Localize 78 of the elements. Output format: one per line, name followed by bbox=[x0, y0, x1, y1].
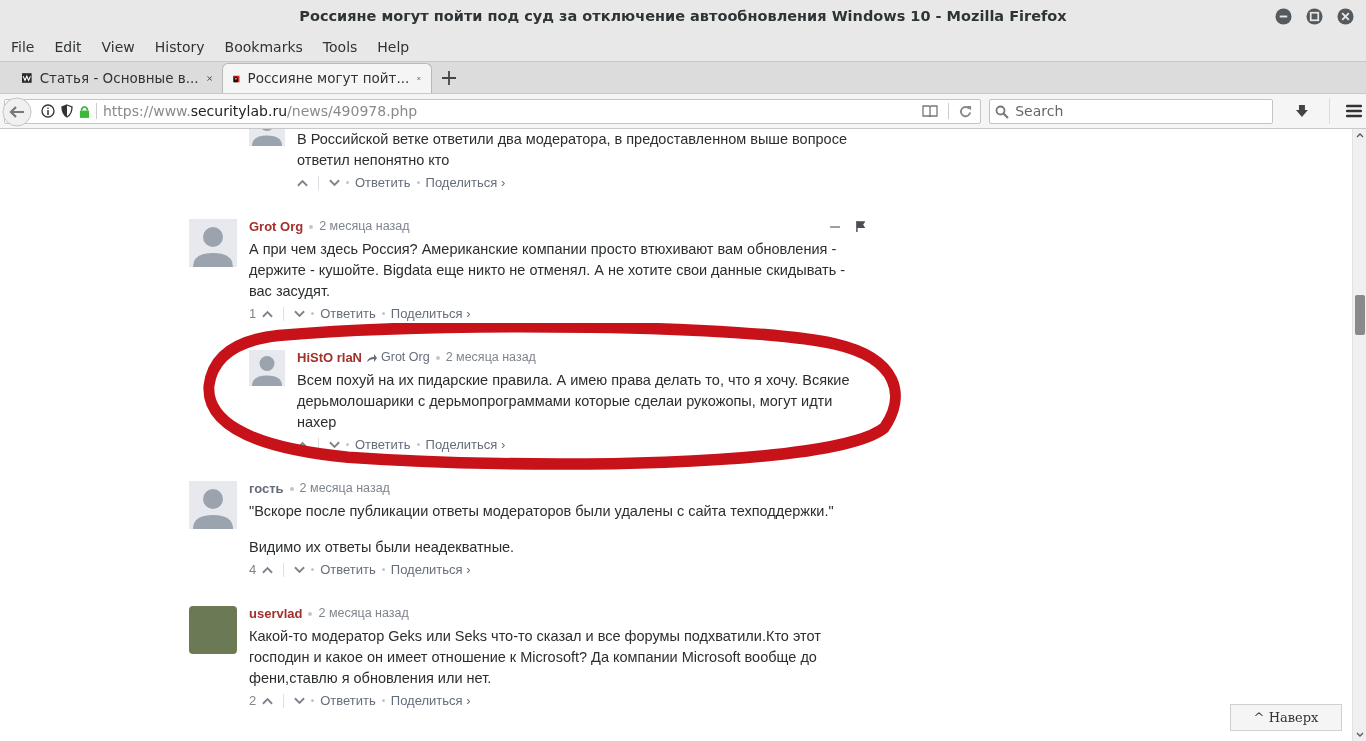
scrollbar-thumb[interactable] bbox=[1354, 295, 1365, 335]
share-link[interactable]: Поделиться › bbox=[390, 303, 471, 324]
reload-icon[interactable] bbox=[959, 104, 973, 118]
reader-view-icon[interactable] bbox=[922, 105, 939, 117]
vote-count: 4 bbox=[249, 560, 257, 579]
reply-link[interactable]: Ответить bbox=[320, 303, 376, 324]
comment-time[interactable]: 2 месяца назад bbox=[445, 348, 536, 367]
avatar-silhouette-icon[interactable] bbox=[189, 219, 237, 267]
menu-item[interactable]: Bookmarks bbox=[224, 36, 303, 58]
scroll-down-icon[interactable] bbox=[1355, 732, 1364, 737]
browser-tab[interactable]: Россияне могут пойт... bbox=[222, 63, 432, 93]
reply-link[interactable]: Ответить bbox=[355, 172, 411, 193]
comment-time[interactable]: 2 месяца назад bbox=[319, 217, 410, 236]
collapse-icon[interactable] bbox=[830, 225, 840, 228]
menu-item[interactable]: View bbox=[101, 36, 135, 58]
menu-item[interactable]: Help bbox=[377, 36, 410, 58]
vote-count: 2 bbox=[249, 691, 257, 710]
reply-link[interactable]: Ответить bbox=[320, 559, 376, 580]
comment-text: "Вскоре после публикации ответы модераторов были удалены с сайта техподдержки." bbox=[249, 502, 835, 521]
menu-item[interactable]: Edit bbox=[54, 36, 82, 58]
minimize-button-icon[interactable] bbox=[1275, 8, 1292, 25]
comment-author[interactable]: HiStO rIaN bbox=[297, 347, 362, 368]
downvote-icon[interactable] bbox=[329, 440, 340, 449]
share-link[interactable]: Поделиться › bbox=[425, 172, 506, 193]
comment-text: Видимо их ответы были неадекватные. bbox=[249, 538, 516, 557]
new-tab-icon[interactable] bbox=[442, 71, 456, 85]
lock-icon[interactable] bbox=[79, 104, 90, 118]
avatar-silhouette-icon[interactable] bbox=[249, 350, 285, 386]
downvote-icon[interactable] bbox=[329, 178, 340, 187]
upvote-icon[interactable] bbox=[297, 178, 308, 187]
share-link[interactable]: Поделиться › bbox=[390, 559, 471, 580]
flag-icon[interactable] bbox=[856, 221, 865, 232]
url-text: https://www.securitylab.ru/news/490978.php bbox=[103, 101, 418, 121]
tab-title: Россияне могут пойт... bbox=[247, 69, 410, 89]
upvote-icon[interactable] bbox=[262, 565, 274, 574]
downvote-icon[interactable] bbox=[294, 309, 306, 318]
maximize-button-icon[interactable] bbox=[1306, 8, 1323, 25]
comment-text: Всем похуй на их пидарские правила. А имею права делать то, что я хочу. Всякие дерьмолошарики с дерьмопрограммами которые сделаи рукожопы, могут идти нахер bbox=[297, 371, 851, 432]
scrollbar[interactable] bbox=[1352, 129, 1366, 741]
menu-item[interactable]: History bbox=[154, 36, 205, 58]
comment-author[interactable]: uservlad bbox=[249, 603, 303, 624]
window-title: Россияне могут пойти под суд за отключение автообновления Windows 10 - Mozilla Firefox bbox=[299, 6, 1067, 26]
close-tab-icon[interactable] bbox=[206, 73, 212, 83]
menu-item[interactable]: File bbox=[11, 36, 35, 58]
comment-text: В Российской ветке ответили два модератора, в предоставленном выше вопросе ответил непонятно кто bbox=[297, 130, 848, 170]
comment-text: А при чем здесь Россия? Американские компании просто втюхивают вам обновления - держите - кушойте. Bigdata еще никто не отменял. А не хотите свои данные скидывать - вас засудят. bbox=[249, 240, 847, 301]
browser-tab[interactable]: Статья - Основные в... bbox=[12, 63, 222, 93]
reply-to-author[interactable]: Grot Org bbox=[381, 348, 430, 367]
site-favicon-icon bbox=[22, 70, 32, 86]
upvote-icon[interactable] bbox=[262, 309, 274, 318]
comment-time[interactable]: 2 месяца назад bbox=[318, 604, 409, 623]
reply-arrow-icon bbox=[366, 352, 378, 363]
address-bar[interactable]: https://www.securitylab.ru/news/490978.php bbox=[4, 98, 982, 124]
comment-author[interactable]: гость bbox=[249, 478, 284, 499]
avatar-silhouette-icon[interactable] bbox=[189, 481, 237, 529]
downvote-icon[interactable] bbox=[294, 696, 306, 705]
shield-icon[interactable] bbox=[61, 104, 73, 118]
comment-text: Какой-то модератор Geks или Seks что-то сказал и все форумы подхватили.Кто этот господин и какое он имеет отношение к Microsoft? Да компании Microsoft вообще до фени,ставлю я обновления или нет. bbox=[249, 627, 822, 688]
vote-count: 1 bbox=[249, 304, 257, 323]
scroll-up-icon[interactable] bbox=[1355, 133, 1364, 138]
tab-title: Статья - Основные в... bbox=[39, 68, 199, 88]
info-icon[interactable] bbox=[41, 104, 55, 118]
back-to-top-button[interactable]: ^ Наверх bbox=[1230, 704, 1342, 731]
share-link[interactable]: Поделиться › bbox=[425, 434, 506, 455]
comment-time[interactable]: 2 месяца назад bbox=[299, 479, 390, 498]
back-icon[interactable] bbox=[2, 96, 32, 127]
comment-author[interactable]: Grot Org bbox=[249, 216, 304, 237]
search-field[interactable]: Search bbox=[989, 98, 1274, 124]
share-link[interactable]: Поделиться › bbox=[390, 690, 471, 711]
menu-icon[interactable] bbox=[1346, 104, 1362, 118]
reply-link[interactable]: Ответить bbox=[320, 690, 376, 711]
menu-item[interactable]: Tools bbox=[322, 36, 358, 58]
reply-link[interactable]: Ответить bbox=[355, 434, 411, 455]
download-icon[interactable] bbox=[1295, 104, 1310, 118]
close-button-icon[interactable] bbox=[1337, 8, 1354, 25]
downvote-icon[interactable] bbox=[294, 565, 306, 574]
upvote-icon[interactable] bbox=[297, 440, 308, 449]
upvote-icon[interactable] bbox=[262, 696, 274, 705]
